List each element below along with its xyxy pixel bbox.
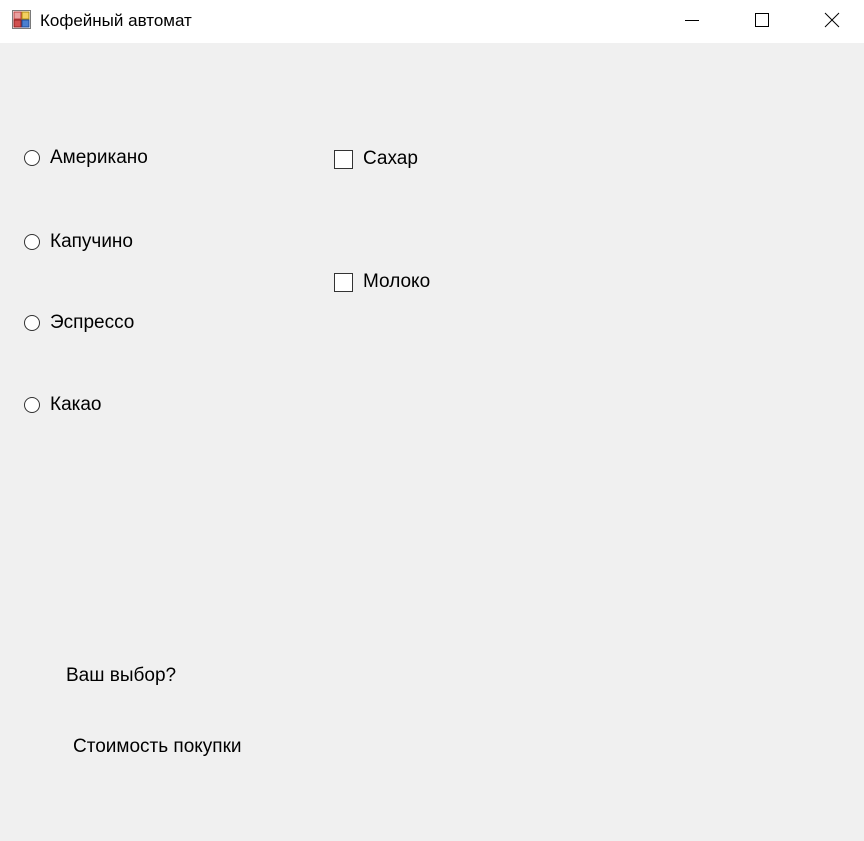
close-button[interactable]: [797, 0, 864, 40]
close-icon: [824, 12, 840, 28]
radio-button-circle[interactable]: [24, 150, 40, 166]
maximize-icon: [755, 13, 769, 27]
choice-label: Ваш выбор?: [66, 665, 177, 686]
checkbox-label: Молоко: [363, 271, 431, 292]
form-client-area: Американо Капучино Эспрессо Какао Сахар …: [0, 43, 864, 841]
radio-label: Американо: [50, 147, 148, 168]
radio-button-circle[interactable]: [24, 397, 40, 413]
checkbox-milk[interactable]: Молоко: [334, 270, 430, 294]
radio-label: Какао: [50, 394, 102, 415]
checkbox-sugar[interactable]: Сахар: [334, 147, 418, 171]
checkbox-square[interactable]: [334, 272, 353, 292]
minimize-icon: [685, 20, 699, 21]
radio-label: Капучино: [50, 231, 133, 252]
radio-cocoa[interactable]: Какао: [24, 393, 102, 417]
maximize-button[interactable]: [727, 0, 797, 40]
radio-cappuccino[interactable]: Капучино: [24, 230, 133, 254]
radio-button-circle[interactable]: [24, 315, 40, 331]
checkbox-square[interactable]: [334, 149, 353, 169]
title-bar[interactable]: Кофейный автомат: [0, 0, 864, 43]
radio-button-circle[interactable]: [24, 234, 40, 250]
radio-espresso[interactable]: Эспрессо: [24, 311, 134, 335]
radio-americano[interactable]: Американо: [24, 146, 148, 170]
cost-label: Стоимость покупки: [73, 736, 242, 757]
radio-label: Эспрессо: [50, 312, 135, 333]
minimize-button[interactable]: [657, 0, 727, 40]
app-icon: [12, 10, 31, 29]
checkbox-label: Сахар: [363, 148, 418, 169]
window-title: Кофейный автомат: [40, 11, 192, 30]
